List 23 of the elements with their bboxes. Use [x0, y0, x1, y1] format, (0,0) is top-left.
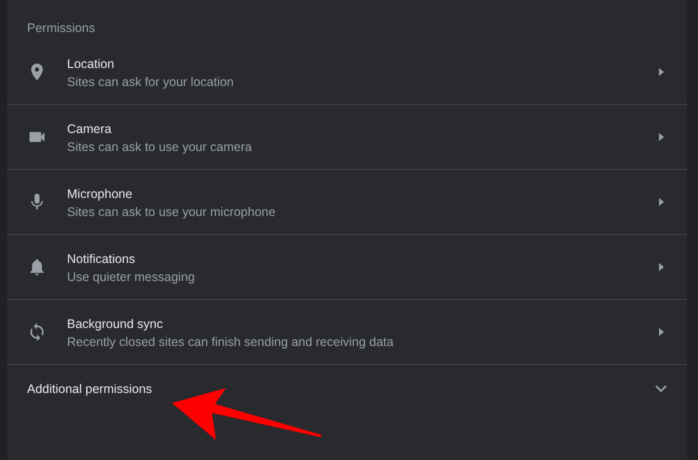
permission-title: Microphone: [67, 187, 134, 201]
permission-description: Sites can ask to use your microphone: [67, 205, 276, 219]
caret-icon: [657, 67, 665, 77]
permission-title: Notifications: [67, 252, 136, 266]
permission-row[interactable]: Background sync Recently closed sites can finish sending and receiving data: [7, 300, 687, 365]
permission-row[interactable]: Location Sites can ask for your location: [7, 40, 687, 105]
permission-description: Sites can ask to use your camera: [67, 140, 253, 154]
caret-icon: [657, 132, 665, 142]
permission-description: Recently closed sites can finish sending and receiving data: [67, 335, 395, 349]
permission-description: Use quieter messaging: [67, 270, 196, 284]
permission-title: Camera: [67, 122, 112, 136]
additional-permissions-row[interactable]: Additional permissions: [7, 365, 687, 413]
permission-row[interactable]: Microphone Sites can ask to use your microphone: [7, 170, 687, 235]
permission-title: Location: [67, 57, 116, 71]
caret-icon: [657, 327, 665, 337]
permission-description: Sites can ask for your location: [67, 75, 235, 89]
caret-icon: [657, 197, 665, 207]
permission-row[interactable]: Notifications Use quieter messaging: [7, 235, 687, 300]
permission-row[interactable]: Camera Sites can ask to use your camera: [7, 105, 687, 170]
caret-icon: [657, 262, 665, 272]
permission-title: Background sync: [67, 317, 164, 331]
section-title: Permissions: [27, 21, 96, 35]
additional-permissions-label: Additional permissions: [27, 382, 154, 396]
